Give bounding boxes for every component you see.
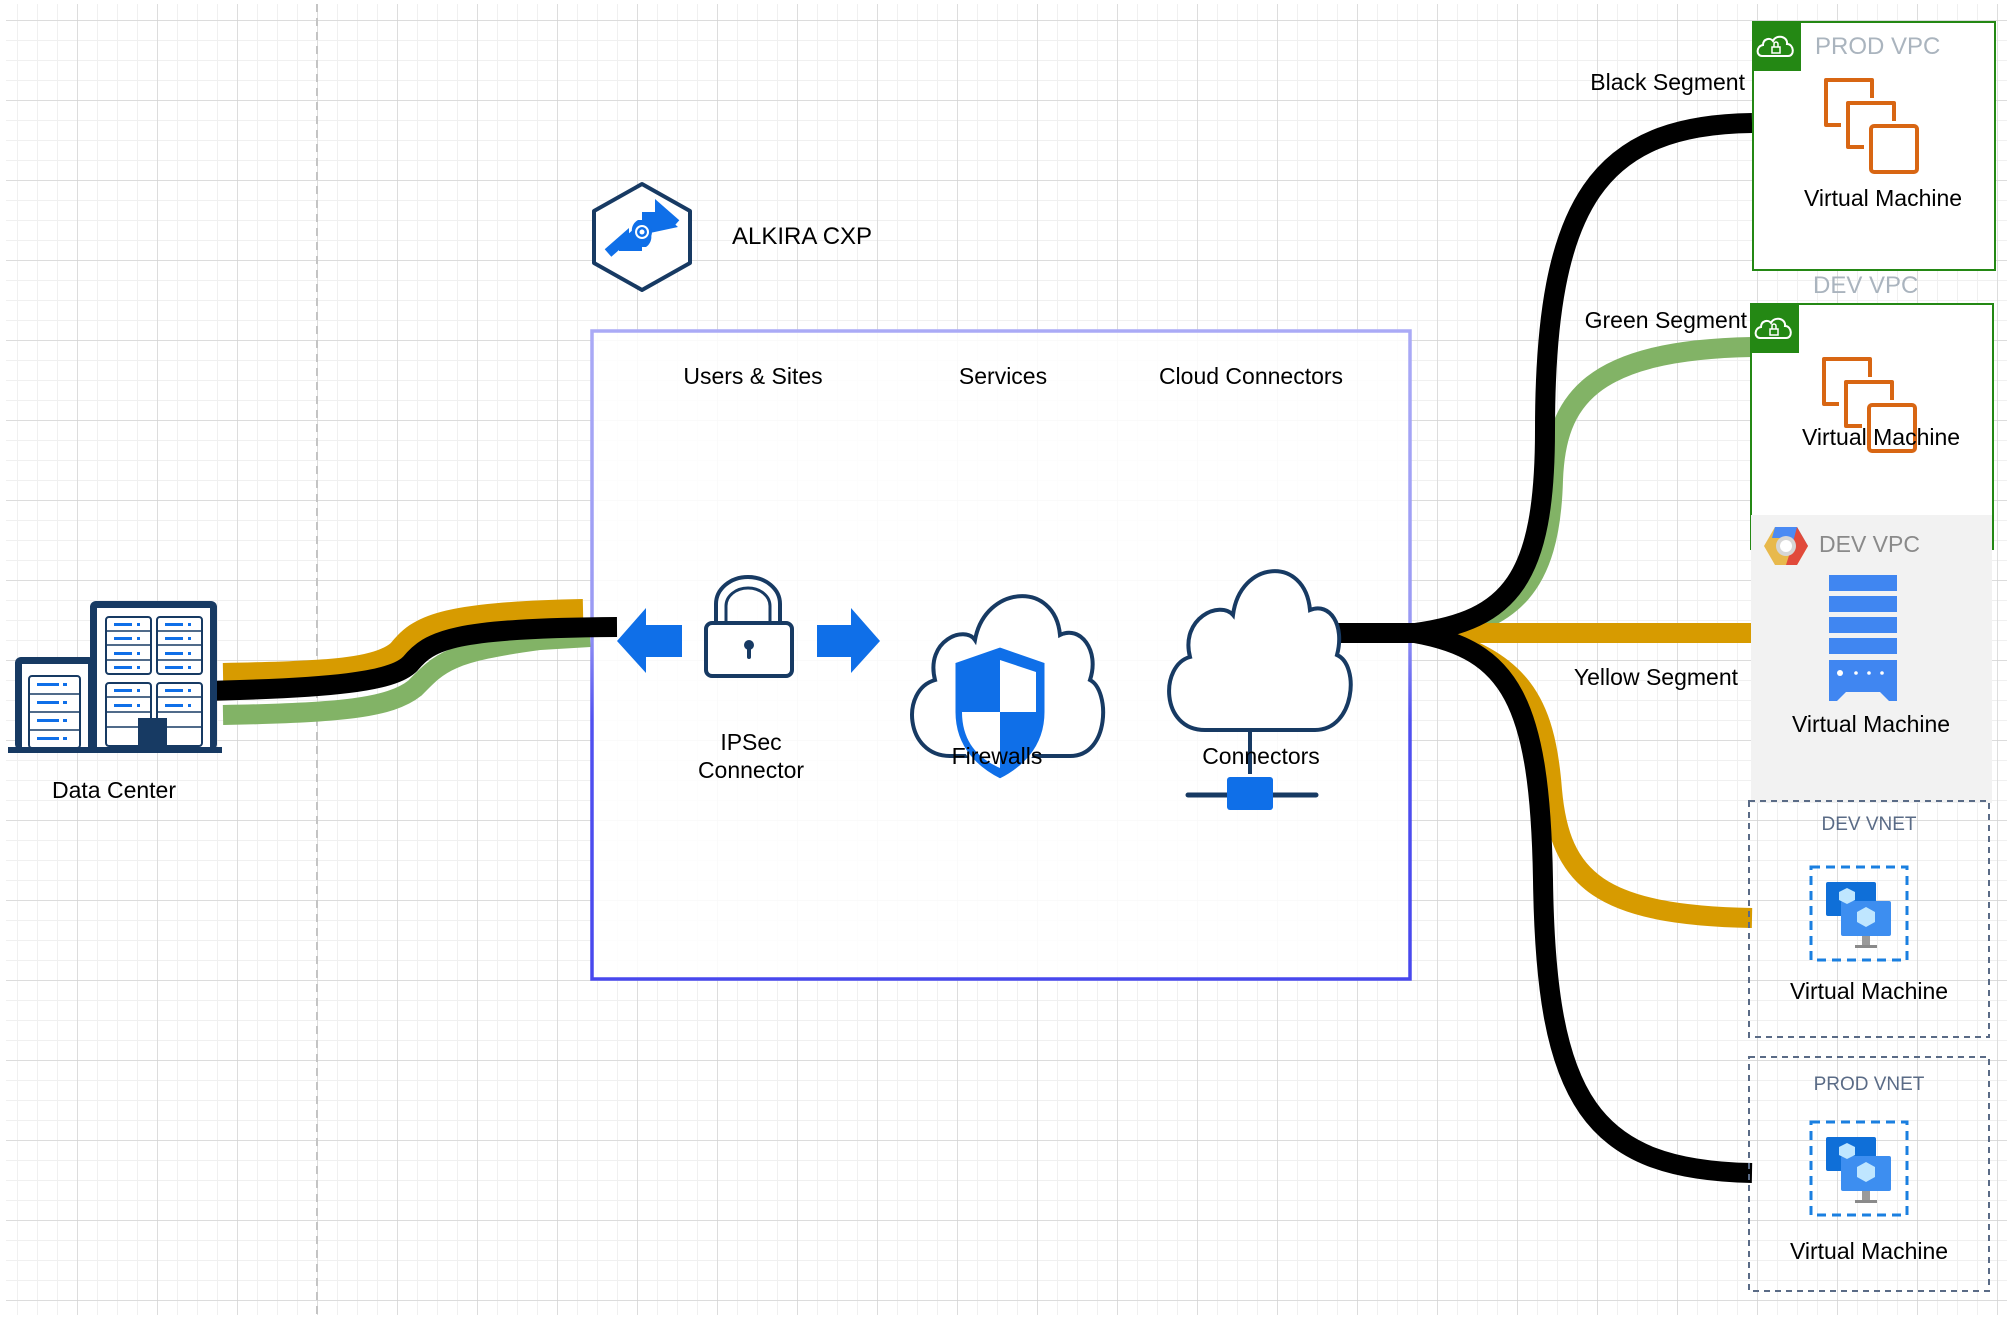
- dev-vnet-title: DEV VNET: [1821, 814, 1917, 835]
- ipsec-label-line2: Connector: [697, 757, 805, 783]
- column-header-cloud-connectors: Cloud Connectors: [1158, 363, 1344, 389]
- gcp-vm-label: Virtual Machine: [1791, 711, 1951, 737]
- dev-vpc-title: DEV VPC: [1813, 272, 1919, 299]
- gcp-dev-vpc-title: DEV VPC: [1819, 531, 1920, 557]
- column-header-services: Services: [958, 363, 1048, 389]
- connectors-label: Connectors: [1202, 743, 1320, 769]
- cxp-title: ALKIRA CXP: [732, 223, 873, 250]
- dev-vpc-vm-label: Virtual Machine: [1801, 424, 1961, 450]
- prod-vnet-vm-label: Virtual Machine: [1789, 1238, 1949, 1264]
- diagram-canvas: [6, 4, 2007, 1315]
- ipsec-connector-label: IPSec Connector: [698, 728, 804, 784]
- prod-vpc-title: PROD VPC: [1815, 33, 1941, 60]
- black-segment-label: Black Segment: [1590, 69, 1745, 95]
- ipsec-label-line1: IPSec: [720, 729, 782, 755]
- green-segment-label: Green Segment: [1584, 307, 1747, 333]
- gcp-dev-vpc-group[interactable]: [1751, 515, 1992, 803]
- firewalls-label: Firewalls: [951, 743, 1043, 769]
- column-header-users-sites: Users & Sites: [683, 363, 823, 389]
- prod-vpc-vm-label: Virtual Machine: [1803, 185, 1963, 211]
- yellow-segment-label: Yellow Segment: [1573, 664, 1738, 690]
- prod-vnet-title: PROD VNET: [1813, 1074, 1925, 1095]
- data-center-label: Data Center: [51, 777, 177, 803]
- building-door: [138, 718, 167, 750]
- dev-vnet-vm-label: Virtual Machine: [1789, 978, 1949, 1004]
